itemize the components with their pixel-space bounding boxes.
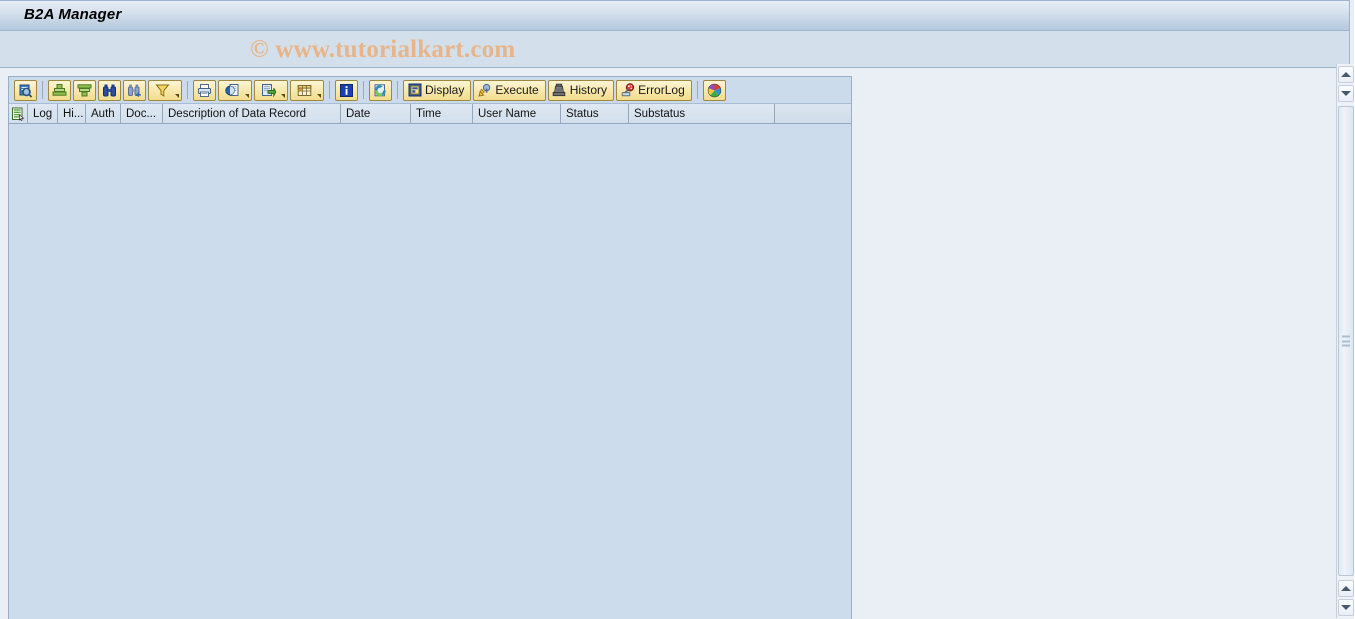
select-all-icon[interactable]: [9, 104, 28, 124]
column-header-user-name[interactable]: User Name: [473, 104, 561, 124]
history-button[interactable]: History: [547, 79, 615, 101]
info-icon[interactable]: [335, 79, 358, 101]
history-icon: [552, 83, 567, 98]
vertical-scrollbar[interactable]: [1336, 64, 1354, 618]
scroll-up-button[interactable]: [1338, 66, 1354, 83]
toolbar-separator: [187, 81, 188, 99]
scroll-down-button[interactable]: [1338, 85, 1354, 102]
page-title: B2A Manager: [24, 6, 122, 23]
color-palette-icon[interactable]: [702, 79, 726, 101]
execute-button-label: Execute: [495, 83, 539, 97]
errorlog-button[interactable]: ErrorLog: [616, 79, 692, 101]
execute-icon: [477, 83, 492, 98]
display-icon: [407, 83, 422, 98]
toolbar-separator: [42, 81, 43, 99]
filter-icon[interactable]: [148, 79, 182, 101]
alv-grid-panel: Display Execute History ErrorLog Log Hi.…: [8, 76, 852, 619]
column-header-history[interactable]: Hi...: [58, 104, 86, 124]
column-header-filler: [775, 104, 851, 124]
sub-header-band: [0, 31, 1350, 68]
find-next-icon[interactable]: [123, 79, 146, 101]
print-preview-icon[interactable]: [218, 79, 252, 101]
toolbar-separator: [696, 81, 698, 99]
grid-body[interactable]: [9, 124, 851, 619]
print-icon[interactable]: [193, 79, 216, 101]
display-button-label: Display: [425, 83, 465, 97]
column-header-log[interactable]: Log: [28, 104, 58, 124]
execute-button[interactable]: Execute: [473, 79, 546, 101]
toolbar-separator: [329, 81, 330, 99]
work-area: Display Execute History ErrorLog Log Hi.…: [0, 69, 1322, 619]
window-title-bar: B2A Manager: [0, 0, 1350, 31]
sort-ascending-icon[interactable]: [48, 79, 71, 101]
column-header-time[interactable]: Time: [411, 104, 473, 124]
refresh-icon[interactable]: [369, 79, 392, 101]
application-window: B2A Manager © www.tutorialkart.com Displ…: [0, 0, 1355, 619]
column-header-substatus[interactable]: Substatus: [629, 104, 775, 124]
scroll-down-button-bottom[interactable]: [1338, 599, 1354, 616]
scroll-up-arrow: [1341, 586, 1351, 591]
toolbar-separator: [397, 81, 398, 99]
export-icon[interactable]: [254, 79, 288, 101]
column-header-doc[interactable]: Doc...: [121, 104, 163, 124]
watermark-text: © www.tutorialkart.com: [250, 36, 516, 63]
column-header-status[interactable]: Status: [561, 104, 629, 124]
chevron-down-icon[interactable]: [281, 93, 285, 98]
scrollbar-thumb[interactable]: [1338, 106, 1354, 576]
chevron-down-icon[interactable]: [317, 93, 321, 98]
scroll-up-arrow: [1341, 72, 1351, 77]
spreadsheet-icon[interactable]: [290, 79, 324, 101]
alv-toolbar: Display Execute History ErrorLog: [9, 77, 851, 104]
column-header-description[interactable]: Description of Data Record: [163, 104, 341, 124]
errorlog-button-label: ErrorLog: [638, 83, 685, 97]
column-header-auth[interactable]: Auth: [86, 104, 121, 124]
scroll-up-button-bottom[interactable]: [1338, 580, 1354, 597]
scrollbar-grip-icon: [1342, 335, 1350, 347]
errorlog-icon: [620, 83, 635, 98]
history-button-label: History: [569, 83, 608, 97]
display-details-icon[interactable]: [14, 79, 37, 101]
chevron-down-icon[interactable]: [175, 93, 179, 98]
scroll-down-arrow: [1341, 91, 1351, 96]
sort-descending-icon[interactable]: [73, 79, 96, 101]
column-header-date[interactable]: Date: [341, 104, 411, 124]
display-button[interactable]: Display: [403, 79, 472, 101]
grid-column-header-row: Log Hi... Auth Doc... Description of Dat…: [9, 104, 851, 124]
toolbar-separator: [363, 81, 364, 99]
scroll-down-arrow: [1341, 605, 1351, 610]
find-icon[interactable]: [98, 79, 121, 101]
chevron-down-icon[interactable]: [245, 93, 249, 98]
